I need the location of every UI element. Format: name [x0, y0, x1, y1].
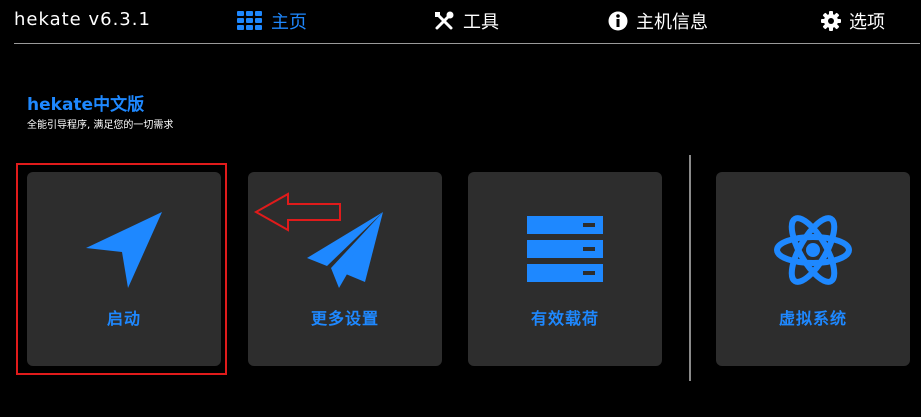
annotation-highlight-box [16, 163, 227, 375]
page-subheading: 全能引导程序, 满足您的一切需求 [27, 120, 174, 131]
tiles-divider [689, 155, 691, 381]
page-heading: hekate中文版 [27, 95, 145, 115]
nav-tab-tools[interactable]: 工具 [433, 8, 499, 34]
grid-icon [237, 11, 262, 30]
nav-tab-options[interactable]: 选项 [821, 8, 885, 34]
tile-payloads[interactable]: 有效载荷 [468, 172, 662, 366]
info-icon [608, 11, 628, 31]
gear-icon [821, 11, 841, 31]
tile-payloads-label: 有效载荷 [530, 309, 599, 328]
nav-tab-home[interactable]: 主页 [237, 8, 307, 34]
server-icon [527, 216, 603, 282]
annotation-arrow-icon [253, 192, 341, 232]
header-divider [14, 43, 920, 44]
tile-more-settings-label: 更多设置 [310, 309, 379, 328]
app-title: hekate v6.3.1 [14, 9, 151, 30]
top-bar: hekate v6.3.1 主页 工具 主机信息 选项 [0, 0, 921, 44]
nav-tab-options-label: 选项 [849, 12, 885, 33]
nav-tab-home-label: 主页 [271, 12, 307, 33]
tile-virtual-system-label: 虚拟系统 [778, 309, 847, 328]
nav-tab-system-info[interactable]: 主机信息 [608, 8, 708, 34]
nav-tab-tools-label: 工具 [463, 12, 499, 33]
atom-icon [774, 215, 852, 285]
tile-virtual-system[interactable]: 虚拟系统 [716, 172, 910, 366]
tools-icon [435, 11, 454, 30]
nav-tab-system-info-label: 主机信息 [636, 12, 708, 33]
